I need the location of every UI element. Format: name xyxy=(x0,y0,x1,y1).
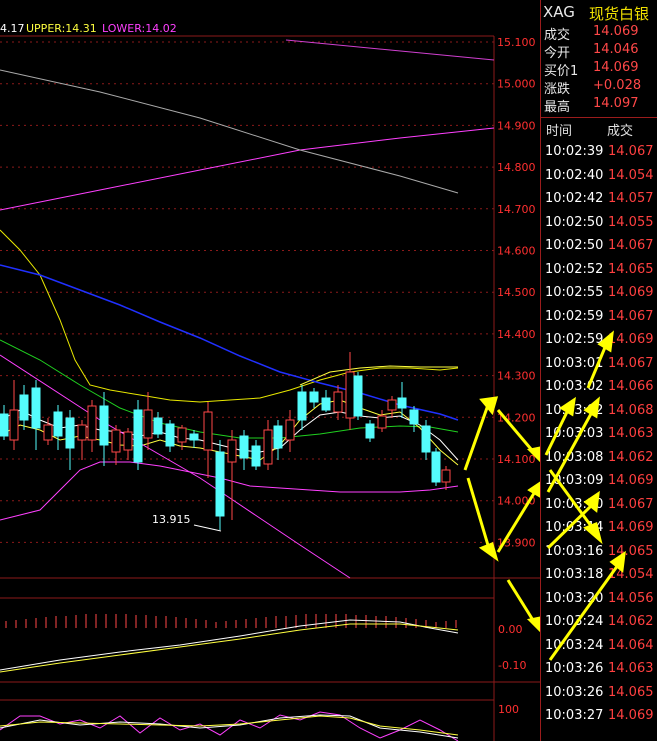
candle-body xyxy=(133,409,143,463)
legend-value: 4.17 xyxy=(0,22,25,35)
macd-histogram xyxy=(5,614,457,628)
candle-body xyxy=(99,405,109,446)
candle-body xyxy=(441,469,451,483)
macd-white xyxy=(0,619,459,671)
price-tick-label: 14.600 xyxy=(497,245,536,258)
candle-body xyxy=(309,391,319,403)
candle-body xyxy=(65,417,75,449)
candle-body xyxy=(397,397,407,409)
candle-body xyxy=(77,424,87,441)
low-label: 13.915 xyxy=(152,513,191,526)
candle-body xyxy=(123,431,133,451)
price-grid xyxy=(0,41,494,543)
candle-body xyxy=(387,399,397,411)
candle-body xyxy=(345,371,355,419)
kdj-axis-0: 100 xyxy=(498,703,519,716)
legend-upper: UPPER:14.31 xyxy=(26,22,97,35)
candle-body xyxy=(9,409,19,441)
candle-body xyxy=(239,435,249,459)
legend-lower: LOWER:14.02 xyxy=(102,22,177,35)
lower-band xyxy=(0,461,459,521)
down-trendline xyxy=(0,354,351,579)
low-marker xyxy=(193,524,222,532)
candle-body xyxy=(409,409,419,425)
candle-body xyxy=(0,413,9,437)
macd-axis-1: -0.10 xyxy=(498,659,526,672)
candle-body xyxy=(297,391,307,421)
candle-body xyxy=(43,424,53,441)
candle-body xyxy=(263,429,273,465)
annotation-arrows xyxy=(463,396,540,633)
candle-body xyxy=(215,451,225,517)
candle-body xyxy=(421,425,431,453)
candle-body xyxy=(111,429,121,453)
ma-yellow xyxy=(0,229,459,403)
side-arrows xyxy=(544,330,626,661)
price-tick-label: 15.100 xyxy=(497,36,536,49)
price-tick-label: 14.100 xyxy=(497,453,536,466)
trend-line-gray xyxy=(0,69,459,194)
price-tick-label: 15.000 xyxy=(497,78,536,91)
price-axis: 15.100 15.000 14.900 14.800 14.700 14.600 14.5… xyxy=(497,36,536,549)
candlesticks xyxy=(0,352,451,530)
candle-body xyxy=(285,419,295,441)
price-tick-label: 14.700 xyxy=(497,203,536,216)
candle-body xyxy=(153,417,163,435)
macd-axis-0: 0.00 xyxy=(498,623,523,636)
candle-body xyxy=(353,375,363,417)
candle-body xyxy=(365,423,375,439)
candle-body xyxy=(333,391,343,413)
price-tick-label: 14.300 xyxy=(497,370,536,383)
candle-body xyxy=(377,415,387,429)
upper-line-purple xyxy=(0,127,495,211)
trend-line-purple-top xyxy=(285,39,495,61)
price-tick-label: 14.400 xyxy=(497,328,536,341)
candle-body xyxy=(189,433,199,441)
candle-body xyxy=(19,394,29,421)
candle-body xyxy=(165,423,175,447)
candle-body xyxy=(177,427,187,443)
candle-body xyxy=(431,451,441,483)
candle-body xyxy=(203,411,213,451)
price-tick-label: 14.800 xyxy=(497,161,536,174)
candle-body xyxy=(321,397,331,411)
macd-yellow xyxy=(0,623,459,673)
price-tick-label: 14.900 xyxy=(497,119,536,132)
kline-chart[interactable]: 15.100 15.000 14.900 14.800 14.700 14.600 14.5… xyxy=(0,0,540,741)
candle-body xyxy=(53,411,63,437)
candle-body xyxy=(273,425,283,449)
candle-body xyxy=(251,445,261,467)
candle-body xyxy=(87,405,97,441)
price-tick-label: 14.500 xyxy=(497,286,536,299)
candle-body xyxy=(227,439,237,463)
candle-body xyxy=(143,409,153,439)
candle-body xyxy=(31,387,41,429)
